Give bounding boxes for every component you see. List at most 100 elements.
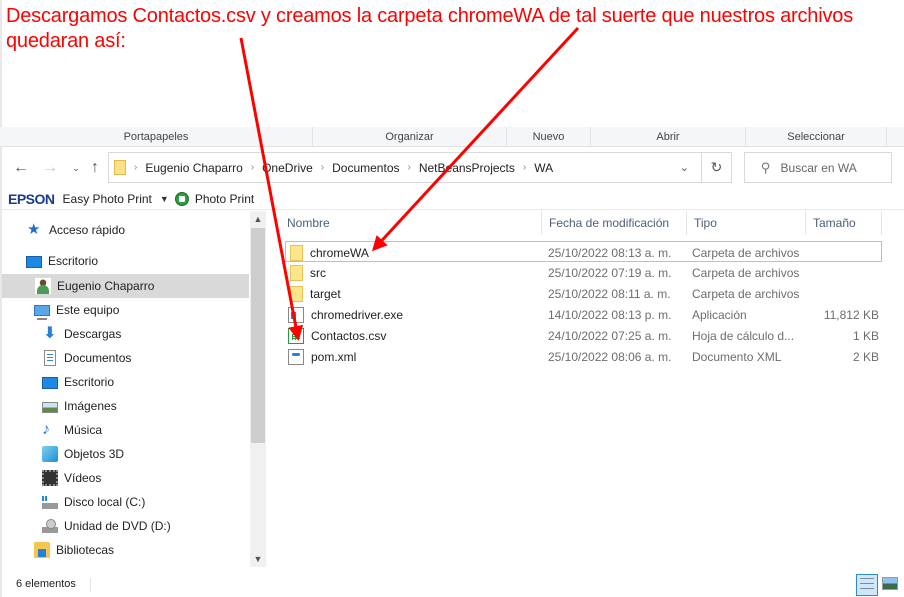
file-row-target[interactable]: target 25/10/2022 08:11 a. m. Carpeta de… — [285, 283, 882, 304]
back-button[interactable]: ← — [11, 158, 31, 178]
epson-logo: EPSON — [8, 190, 55, 207]
sidebar-item-escritorio[interactable]: Escritorio — [26, 249, 246, 273]
ribbon-group-portapapeles: Portapapeles — [0, 127, 313, 146]
sidebar-item-label: Música — [64, 423, 103, 437]
sidebar-item-label: Descargas — [64, 327, 122, 341]
desktop-icon — [42, 377, 58, 389]
column-header-tipo[interactable]: Tipo — [687, 211, 806, 235]
recent-locations-button[interactable]: ⌄ — [66, 158, 86, 178]
file-name: src — [310, 265, 326, 280]
sidebar-item-label: Vídeos — [64, 471, 102, 485]
column-header-tamano[interactable]: Tamaño — [806, 211, 882, 235]
sidebar-item-label: Documentos — [64, 351, 132, 365]
file-row-contactos[interactable]: Contactos.csv 24/10/2022 07:25 a. m. Hoj… — [285, 325, 882, 346]
file-name: chromeWA — [310, 245, 369, 260]
sidebar-item-label: Escritorio — [48, 254, 99, 268]
sidebar-item-eugenio-chaparro[interactable]: Eugenio Chaparro — [2, 274, 249, 298]
ribbon-group-abrir: Abrir — [591, 127, 746, 146]
sidebar-item-label: Acceso rápido — [49, 223, 126, 237]
sidebar-item-musica[interactable]: ♪ Música — [42, 418, 242, 442]
sidebar-item-acceso-rapido[interactable]: ★ Acceso rápido — [27, 218, 247, 242]
annotation-text: Descargamos Contactos.csv y creamos la c… — [6, 5, 853, 52]
file-row-src[interactable]: src 25/10/2022 07:19 a. m. Carpeta de ar… — [285, 262, 882, 283]
forward-button[interactable]: → — [40, 158, 60, 178]
column-header-nombre[interactable]: Nombre — [280, 211, 542, 235]
sidebar-item-imagenes[interactable]: Imágenes — [42, 394, 242, 418]
arrow-up-icon: ↑ — [91, 159, 99, 176]
search-icon: ⚲ — [761, 159, 771, 175]
breadcrumb-separator[interactable]: › — [523, 162, 526, 173]
breadcrumb-separator[interactable]: › — [251, 162, 254, 173]
file-row-pom[interactable]: pom.xml 25/10/2022 08:06 a. m. Documento… — [285, 346, 882, 367]
file-type: Aplicación — [692, 307, 747, 322]
chevron-down-icon: ⌄ — [72, 162, 80, 173]
search-input[interactable]: ⚲ Buscar en WA — [744, 152, 892, 183]
breadcrumb-separator: › — [134, 162, 138, 173]
3d-objects-icon — [42, 446, 58, 462]
column-header-fecha[interactable]: Fecha de modificación — [542, 211, 687, 235]
sidebar-item-label: Eugenio Chaparro — [57, 279, 155, 293]
file-name: target — [310, 286, 341, 301]
sidebar-item-label: Unidad de DVD (D:) — [64, 519, 171, 533]
sidebar-item-red[interactable]: Red — [34, 561, 244, 567]
sidebar-item-disco-local[interactable]: Disco local (C:) — [42, 490, 242, 514]
navigation-scrollbar[interactable]: ▲ ▼ — [250, 211, 266, 567]
sidebar-item-dvd[interactable]: Unidad de DVD (D:) — [42, 514, 242, 538]
scroll-up-icon[interactable]: ▲ — [250, 211, 266, 227]
sidebar-item-label: Escritorio — [64, 375, 115, 389]
file-row-chromedriver[interactable]: chromedriver.exe 14/10/2022 08:13 p. m. … — [285, 304, 882, 325]
folder-icon — [290, 285, 303, 302]
sidebar-item-documentos[interactable]: Documentos — [42, 346, 242, 370]
file-size: 2 KB — [852, 349, 879, 364]
address-dropdown-icon[interactable]: ⌄ — [680, 161, 689, 174]
computer-icon — [34, 304, 50, 320]
up-button[interactable]: ↑ — [85, 158, 105, 178]
videos-icon — [42, 470, 58, 486]
large-icons-view-button[interactable] — [882, 577, 898, 590]
address-bar[interactable]: › Eugenio Chaparro › OneDrive › Document… — [108, 152, 702, 183]
file-type: Hoja de cálculo d... — [692, 328, 795, 343]
breadcrumb-separator[interactable]: › — [408, 162, 411, 173]
breadcrumb-netbeansprojects[interactable]: NetBeansProjects — [419, 161, 515, 175]
refresh-icon: ↻ — [710, 159, 723, 175]
sidebar-item-label: Disco local (C:) — [64, 495, 146, 509]
breadcrumb-onedrive[interactable]: OneDrive — [262, 161, 313, 175]
refresh-button[interactable]: ↻ — [702, 152, 732, 183]
quick-access-star-icon: ★ — [27, 221, 41, 238]
epson-toolbar: EPSON Easy Photo Print ▼ Photo Print — [0, 188, 904, 210]
downloads-icon: ⬇ — [43, 325, 57, 342]
sidebar-item-videos[interactable]: Vídeos — [42, 466, 242, 490]
scroll-down-icon[interactable]: ▼ — [250, 551, 266, 567]
ribbon-group-organizar: Organizar — [313, 127, 507, 146]
breadcrumb-eugenio-chaparro[interactable]: Eugenio Chaparro — [145, 161, 242, 175]
arrow-right-icon: → — [42, 159, 58, 176]
sidebar-item-label: Red — [56, 566, 78, 567]
desktop-icon — [26, 256, 42, 268]
file-modified: 14/10/2022 08:13 p. m. — [548, 307, 672, 322]
ribbon-group-labels: Portapapeles Organizar Nuevo Abrir Selec… — [0, 127, 904, 147]
sidebar-item-descargas[interactable]: ⬇ Descargas — [42, 322, 242, 346]
sidebar-item-objetos-3d[interactable]: Objetos 3D — [42, 442, 242, 466]
sidebar-item-este-equipo[interactable]: Este equipo — [34, 298, 244, 322]
breadcrumb-documentos[interactable]: Documentos — [332, 161, 399, 175]
xml-icon — [288, 348, 304, 365]
breadcrumb-separator[interactable]: › — [321, 162, 324, 173]
network-icon — [34, 565, 50, 567]
breadcrumb-wa[interactable]: WA — [534, 161, 553, 175]
file-modified: 25/10/2022 08:11 a. m. — [548, 286, 671, 301]
file-row-chromewa[interactable]: chromeWA 25/10/2022 08:13 a. m. Carpeta … — [285, 241, 882, 262]
sidebar-item-label: Objetos 3D — [64, 447, 125, 461]
local-disk-icon — [42, 494, 58, 510]
dropdown-caret-icon[interactable]: ▼ — [160, 194, 169, 204]
file-list: Nombre Fecha de modificación Tipo Tamaño… — [280, 211, 904, 567]
user-icon — [35, 278, 51, 294]
easy-photo-print-button[interactable]: Easy Photo Print — [63, 192, 152, 206]
sidebar-item-bibliotecas[interactable]: Bibliotecas — [34, 538, 244, 562]
scrollbar-thumb[interactable] — [251, 228, 265, 443]
sidebar-item-escritorio-2[interactable]: Escritorio — [42, 370, 242, 394]
details-view-button[interactable] — [856, 574, 878, 596]
photo-print-button[interactable]: Photo Print — [195, 192, 254, 206]
navigation-pane: ★ Acceso rápido Escritorio Eugenio Chapa… — [0, 211, 250, 567]
file-name: Contactos.csv — [311, 328, 387, 343]
folder-icon — [114, 160, 126, 175]
